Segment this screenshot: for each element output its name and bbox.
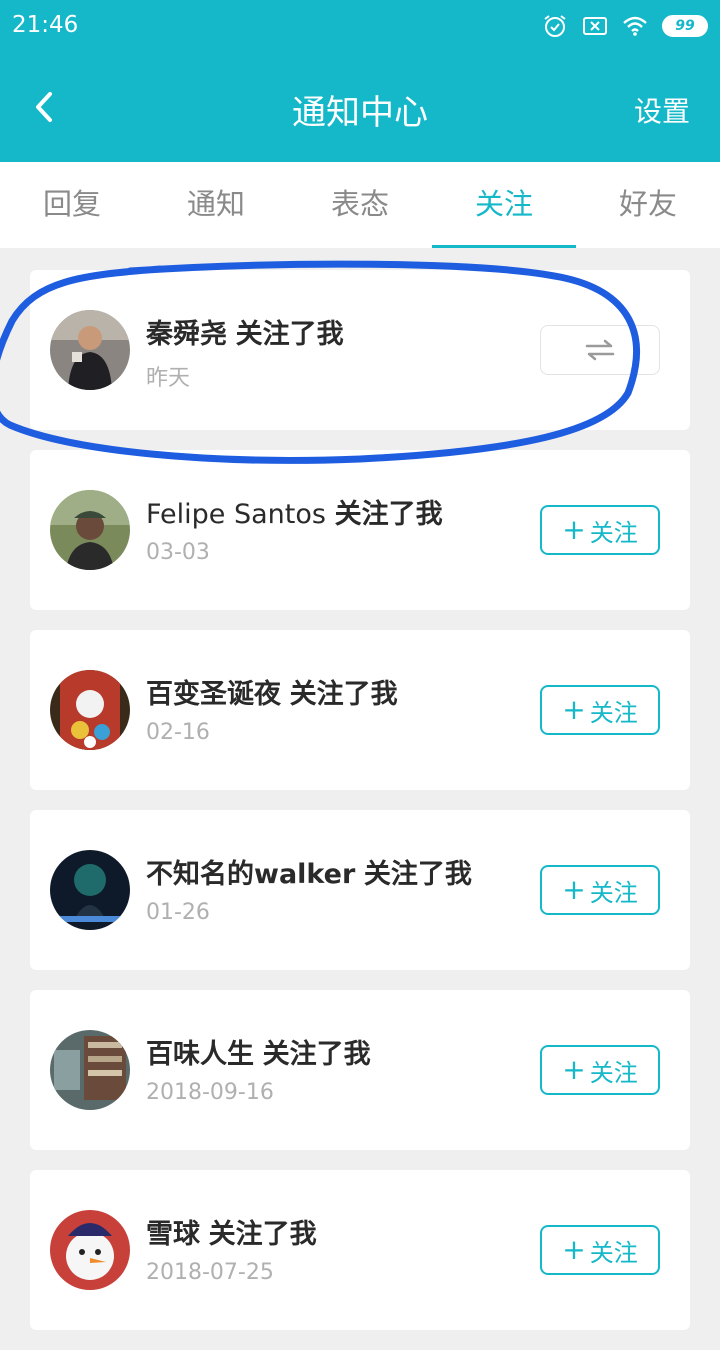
timestamp: 01-26 — [146, 900, 210, 925]
mutual-follow-icon — [585, 339, 615, 361]
plus-icon: + — [562, 693, 586, 726]
action-text: 关注了我 — [262, 1039, 371, 1070]
mutual-follow-button[interactable] — [540, 325, 660, 375]
follow-label: 关注 — [589, 1238, 638, 1267]
status-bar: 21:46 99 — [0, 0, 720, 52]
tab-reaction[interactable]: 表态 — [288, 162, 432, 248]
timestamp: 03-03 — [146, 540, 210, 565]
list-item[interactable]: 百味人生 关注了我 2018-09-16 + 关注 — [30, 990, 690, 1150]
battery-icon: 99 — [662, 15, 708, 37]
list-item[interactable]: 百变圣诞夜 关注了我 02-16 + 关注 — [30, 630, 690, 790]
status-icons: 99 — [542, 12, 708, 40]
follow-button[interactable]: + 关注 — [540, 865, 660, 915]
action-text: 关注了我 — [208, 1219, 317, 1250]
avatar[interactable] — [50, 670, 130, 750]
user-name[interactable]: 百变圣诞夜 — [146, 679, 281, 710]
avatar[interactable] — [50, 1030, 130, 1110]
user-name[interactable]: Felipe Santos — [146, 499, 326, 530]
follow-button[interactable]: + 关注 — [540, 1045, 660, 1095]
status-time: 21:46 — [12, 12, 79, 38]
list-item[interactable]: 秦舜尧 关注了我 昨天 — [30, 270, 690, 430]
alarm-icon — [544, 15, 566, 37]
notification-text: 不知名的walker 关注了我 — [146, 852, 472, 891]
title-bar: 通知中心 设置 — [0, 52, 720, 162]
user-name[interactable]: 不知名的walker — [146, 859, 355, 890]
action-text: 关注了我 — [334, 499, 443, 530]
settings-button[interactable]: 设置 — [634, 90, 690, 130]
notification-text: 雪球 关注了我 — [146, 1212, 317, 1251]
list-item[interactable]: 不知名的walker 关注了我 01-26 + 关注 — [30, 810, 690, 970]
follow-button[interactable]: + 关注 — [540, 505, 660, 555]
timestamp: 02-16 — [146, 720, 210, 745]
notification-text: 秦舜尧 关注了我 — [146, 312, 344, 351]
notification-text: Felipe Santos 关注了我 — [146, 492, 443, 531]
follow-label: 关注 — [589, 878, 638, 907]
action-text: 关注了我 — [363, 859, 472, 890]
plus-icon: + — [562, 1233, 586, 1266]
follow-button[interactable]: + 关注 — [540, 685, 660, 735]
timestamp: 昨天 — [146, 366, 191, 391]
plus-icon: + — [562, 1053, 586, 1086]
action-text: 关注了我 — [235, 319, 344, 350]
timestamp: 2018-07-25 — [146, 1260, 274, 1285]
list-item[interactable]: 雪球 关注了我 2018-07-25 + 关注 — [30, 1170, 690, 1330]
avatar[interactable] — [50, 490, 130, 570]
follow-button[interactable]: + 关注 — [540, 1225, 660, 1275]
user-name[interactable]: 百味人生 — [146, 1039, 254, 1070]
follower-list: 秦舜尧 关注了我 昨天 Felipe Santos 关注了我 03-03 + 关… — [30, 270, 690, 1350]
sim-none-icon — [583, 17, 607, 35]
follow-label: 关注 — [589, 1058, 638, 1087]
list-item[interactable]: Felipe Santos 关注了我 03-03 + 关注 — [30, 450, 690, 610]
tab-reply[interactable]: 回复 — [0, 162, 144, 248]
tab-bar: 回复 通知 表态 关注 好友 — [0, 162, 720, 248]
plus-icon: + — [562, 513, 586, 546]
follow-label: 关注 — [589, 518, 638, 547]
wifi-icon — [623, 16, 647, 36]
avatar[interactable] — [50, 310, 130, 390]
page-title: 通知中心 — [292, 93, 428, 133]
user-name[interactable]: 秦舜尧 — [146, 319, 227, 350]
tab-follow[interactable]: 关注 — [432, 162, 576, 248]
action-text: 关注了我 — [289, 679, 398, 710]
tab-notice[interactable]: 通知 — [144, 162, 288, 248]
notification-text: 百味人生 关注了我 — [146, 1032, 371, 1071]
timestamp: 2018-09-16 — [146, 1080, 274, 1105]
user-name[interactable]: 雪球 — [146, 1219, 200, 1250]
notification-text: 百变圣诞夜 关注了我 — [146, 672, 398, 711]
avatar[interactable] — [50, 850, 130, 930]
avatar[interactable] — [50, 1210, 130, 1290]
plus-icon: + — [562, 873, 586, 906]
follow-label: 关注 — [589, 698, 638, 727]
tab-friends[interactable]: 好友 — [576, 162, 720, 248]
